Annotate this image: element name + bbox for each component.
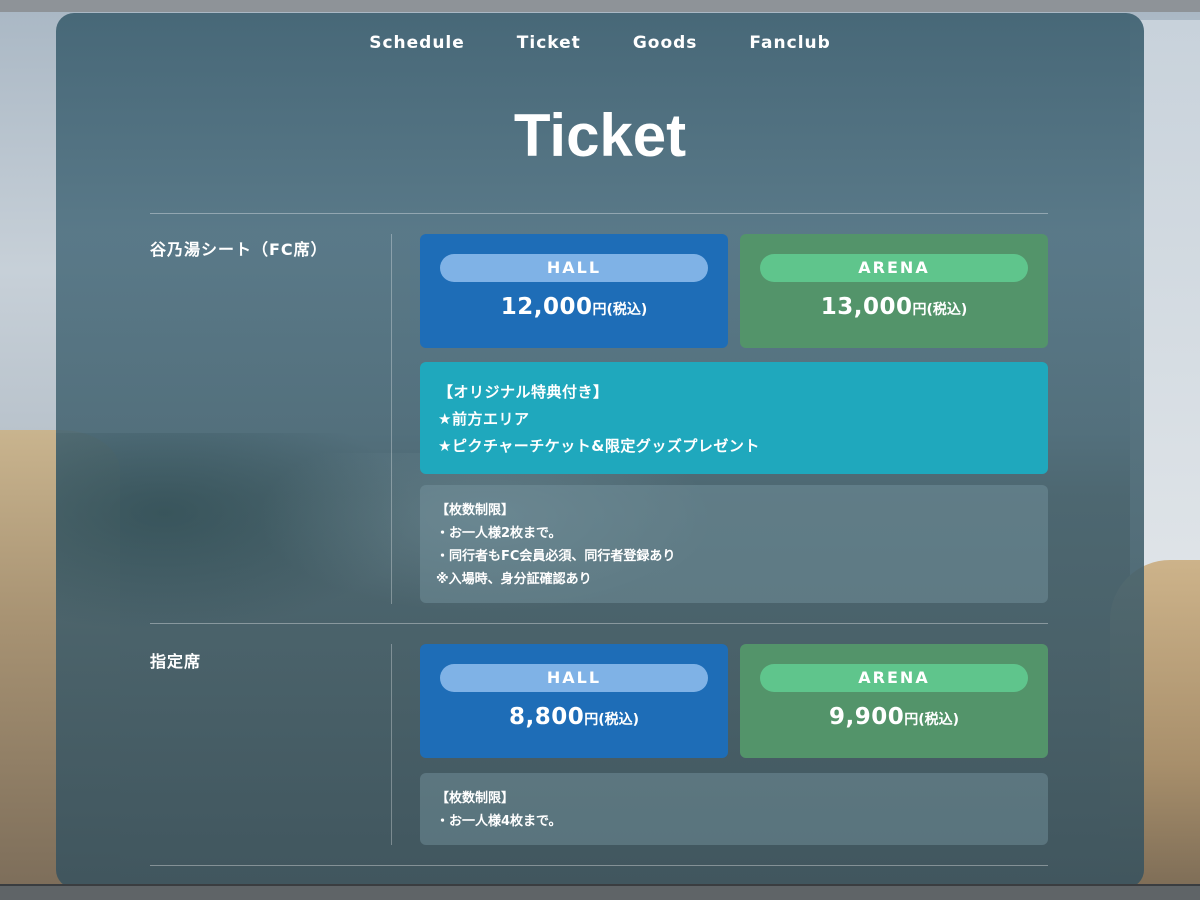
bonus-line: ★前方エリア <box>438 410 530 428</box>
window-top-edge <box>0 0 1200 12</box>
ticket-limit-box: 【枚数制限】 ・お一人様2枚まで。 ・同行者もFC会員必須、同行者登録あり ※入… <box>420 485 1048 603</box>
page-title: Ticket <box>513 102 687 169</box>
bonus-info-box: 【オリジナル特典付き】 ★前方エリア ★ピクチャーチケット&限定グッズプレゼント <box>420 362 1048 474</box>
main-nav: Schedule Ticket Goods Fanclub <box>56 33 1144 53</box>
nav-ticket[interactable]: Ticket <box>517 33 581 53</box>
arena-price: 13,000円(税込) <box>740 294 1048 320</box>
price-card-hall: HALL 12,000円(税込) <box>420 234 728 348</box>
bonus-line: ★ピクチャーチケット&限定グッズプレゼント <box>438 437 760 455</box>
arena-price-unit: 円(税込) <box>904 712 960 728</box>
arena-badge: ARENA <box>760 254 1028 282</box>
arena-price: 9,900円(税込) <box>740 704 1048 730</box>
section-divider <box>150 623 1048 624</box>
content-panel: Schedule Ticket Goods Fanclub Ticket 谷乃湯… <box>56 13 1144 888</box>
limit-line: ※入場時、身分証確認あり <box>436 572 592 587</box>
hall-badge: HALL <box>440 664 708 692</box>
section-label-reserved-seat: 指定席 <box>150 652 202 671</box>
arena-badge: ARENA <box>760 664 1028 692</box>
price-card-hall: HALL 8,800円(税込) <box>420 644 728 758</box>
limit-line: ・お一人様4枚まで。 <box>436 814 562 829</box>
bonus-line: 【オリジナル特典付き】 <box>438 383 609 401</box>
hall-price-unit: 円(税込) <box>592 302 648 318</box>
arena-price-unit: 円(税込) <box>912 302 968 318</box>
price-card-arena: ARENA 9,900円(税込) <box>740 644 1048 758</box>
limit-line: 【枚数制限】 <box>436 791 515 806</box>
window-bottom-edge <box>0 884 1200 900</box>
hall-price-amount: 8,800 <box>508 704 585 730</box>
hall-price-amount: 12,000 <box>500 294 593 320</box>
price-card-arena: ARENA 13,000円(税込) <box>740 234 1048 348</box>
limit-line: ・同行者もFC会員必須、同行者登録あり <box>436 549 676 564</box>
section-divider <box>150 865 1048 866</box>
hall-price: 12,000円(税込) <box>420 294 728 320</box>
section-label-fc-seat: 谷乃湯シート（FC席） <box>150 240 328 259</box>
limit-line: 【枚数制限】 <box>436 503 515 518</box>
nav-schedule[interactable]: Schedule <box>369 33 465 53</box>
ticket-limit-box: 【枚数制限】 ・お一人様4枚まで。 <box>420 773 1048 845</box>
nav-goods[interactable]: Goods <box>633 33 698 53</box>
column-divider <box>391 644 392 845</box>
hall-price-unit: 円(税込) <box>584 712 640 728</box>
limit-line: ・お一人様2枚まで。 <box>436 526 562 541</box>
column-divider <box>391 234 392 604</box>
arena-price-amount: 9,900 <box>828 704 905 730</box>
section-divider <box>150 213 1048 214</box>
hall-price: 8,800円(税込) <box>420 704 728 730</box>
arena-price-amount: 13,000 <box>820 294 913 320</box>
nav-fanclub[interactable]: Fanclub <box>749 33 830 53</box>
hall-badge: HALL <box>440 254 708 282</box>
